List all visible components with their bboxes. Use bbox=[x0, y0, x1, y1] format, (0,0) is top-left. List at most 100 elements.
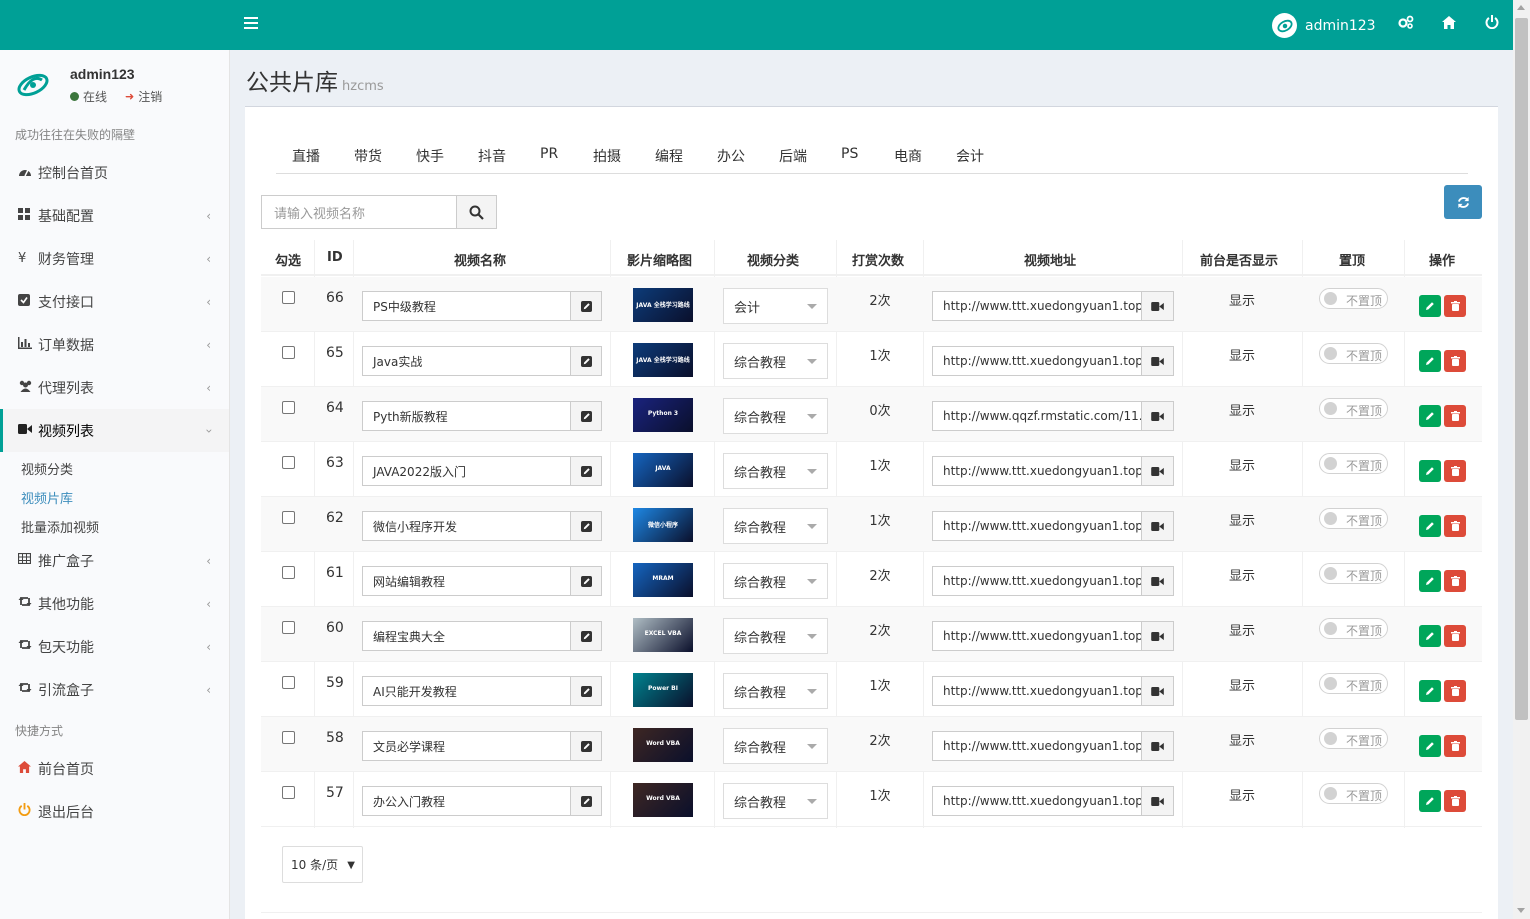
tab-programming[interactable]: 编程 bbox=[655, 146, 683, 166]
refresh-button[interactable] bbox=[1444, 185, 1482, 219]
row-checkbox[interactable] bbox=[282, 456, 295, 469]
edit-name-button[interactable] bbox=[570, 401, 602, 431]
edit-name-button[interactable] bbox=[570, 786, 602, 816]
sidebar-item-orders[interactable]: 订单数据 ‹ bbox=[0, 323, 229, 366]
edit-button[interactable] bbox=[1419, 460, 1441, 482]
search-input[interactable]: 请输入视频名称 bbox=[261, 195, 457, 229]
row-checkbox[interactable] bbox=[282, 621, 295, 634]
video-url-input[interactable]: http://www.ttt.xuedongyuan1.top/11 bbox=[932, 786, 1142, 816]
edit-name-button[interactable] bbox=[570, 511, 602, 541]
preview-video-button[interactable] bbox=[1141, 346, 1174, 376]
preview-video-button[interactable] bbox=[1141, 621, 1174, 651]
sidebar-item-daily[interactable]: 包天功能 ‹ bbox=[0, 625, 229, 668]
pin-top-toggle[interactable]: 不置顶 bbox=[1319, 563, 1388, 584]
edit-button[interactable] bbox=[1419, 735, 1441, 757]
tab-ps[interactable]: PS bbox=[841, 146, 858, 162]
video-name-input[interactable]: 微信小程序开发 bbox=[362, 511, 571, 541]
pin-top-toggle[interactable]: 不置顶 bbox=[1319, 618, 1388, 639]
video-name-input[interactable]: Pyth新版教程 bbox=[362, 401, 571, 431]
scroll-up-icon[interactable] bbox=[1517, 5, 1525, 10]
preview-video-button[interactable] bbox=[1141, 731, 1174, 761]
video-url-input[interactable]: http://www.ttt.xuedongyuan1.top/11 bbox=[932, 291, 1142, 321]
sign-out-icon[interactable]: ➜ bbox=[125, 90, 134, 103]
category-select[interactable]: 综合教程 bbox=[723, 728, 828, 764]
edit-button[interactable] bbox=[1419, 790, 1441, 812]
video-url-input[interactable]: http://www.ttt.xuedongyuan1.top/11 bbox=[932, 621, 1142, 651]
edit-name-button[interactable] bbox=[570, 291, 602, 321]
scroll-thumb[interactable] bbox=[1515, 18, 1528, 720]
sidebar-item-payment[interactable]: 支付接口 ‹ bbox=[0, 280, 229, 323]
edit-name-button[interactable] bbox=[570, 676, 602, 706]
preview-video-button[interactable] bbox=[1141, 291, 1174, 321]
pin-top-toggle[interactable]: 不置顶 bbox=[1319, 783, 1388, 804]
tab-kuaishou[interactable]: 快手 bbox=[416, 146, 444, 166]
delete-button[interactable] bbox=[1444, 515, 1466, 537]
search-button[interactable] bbox=[456, 195, 497, 229]
video-name-input[interactable]: 编程宝典大全 bbox=[362, 621, 571, 651]
video-name-input[interactable]: 文员必学课程 bbox=[362, 731, 571, 761]
video-url-input[interactable]: http://www.ttt.xuedongyuan1.top/11 bbox=[932, 456, 1142, 486]
edit-button[interactable] bbox=[1419, 570, 1441, 592]
preview-video-button[interactable] bbox=[1141, 456, 1174, 486]
edit-button[interactable] bbox=[1419, 405, 1441, 427]
delete-button[interactable] bbox=[1444, 350, 1466, 372]
preview-video-button[interactable] bbox=[1141, 511, 1174, 541]
sidebar-item-basic-config[interactable]: 基础配置 ‹ bbox=[0, 194, 229, 237]
sidebar-item-promo-box[interactable]: 推广盒子 ‹ bbox=[0, 539, 229, 582]
video-name-input[interactable]: 网站编辑教程 bbox=[362, 566, 571, 596]
category-select[interactable]: 综合教程 bbox=[723, 343, 828, 379]
menu-icon[interactable] bbox=[244, 14, 258, 33]
category-select[interactable]: 综合教程 bbox=[723, 673, 828, 709]
delete-button[interactable] bbox=[1444, 680, 1466, 702]
gears-icon[interactable] bbox=[1398, 15, 1414, 33]
video-name-input[interactable]: JAVA2022版入门 bbox=[362, 456, 571, 486]
video-name-input[interactable]: Java实战 bbox=[362, 346, 571, 376]
sidebar-item-exit-admin[interactable]: 退出后台 bbox=[0, 790, 229, 833]
video-name-input[interactable]: AI只能开发教程 bbox=[362, 676, 571, 706]
row-checkbox[interactable] bbox=[282, 566, 295, 579]
video-url-input[interactable]: http://www.ttt.xuedongyuan1.top/11 bbox=[932, 731, 1142, 761]
user-menu[interactable]: admin123 bbox=[1272, 13, 1376, 38]
category-select[interactable]: 综合教程 bbox=[723, 453, 828, 489]
delete-button[interactable] bbox=[1444, 295, 1466, 317]
preview-video-button[interactable] bbox=[1141, 786, 1174, 816]
category-select[interactable]: 综合教程 bbox=[723, 563, 828, 599]
submenu-video-category[interactable]: 视频分类 bbox=[21, 459, 73, 478]
edit-name-button[interactable] bbox=[570, 456, 602, 486]
preview-video-button[interactable] bbox=[1141, 566, 1174, 596]
sidebar-item-dashboard[interactable]: 控制台首页 bbox=[0, 151, 229, 194]
row-checkbox[interactable] bbox=[282, 786, 295, 799]
row-checkbox[interactable] bbox=[282, 731, 295, 744]
pin-top-toggle[interactable]: 不置顶 bbox=[1319, 508, 1388, 529]
delete-button[interactable] bbox=[1444, 790, 1466, 812]
row-checkbox[interactable] bbox=[282, 346, 295, 359]
pin-top-toggle[interactable]: 不置顶 bbox=[1319, 398, 1388, 419]
submenu-batch-add[interactable]: 批量添加视频 bbox=[21, 517, 99, 536]
delete-button[interactable] bbox=[1444, 570, 1466, 592]
logout-link[interactable]: 注销 bbox=[138, 88, 162, 105]
tab-backend[interactable]: 后端 bbox=[779, 146, 807, 166]
sidebar-item-traffic-box[interactable]: 引流盒子 ‹ bbox=[0, 668, 229, 711]
delete-button[interactable] bbox=[1444, 460, 1466, 482]
pin-top-toggle[interactable]: 不置顶 bbox=[1319, 343, 1388, 364]
tab-pr[interactable]: PR bbox=[540, 146, 558, 162]
pin-top-toggle[interactable]: 不置顶 bbox=[1319, 453, 1388, 474]
video-url-input[interactable]: http://www.ttt.xuedongyuan1.top/11 bbox=[932, 566, 1142, 596]
power-icon[interactable] bbox=[1485, 15, 1499, 33]
category-select[interactable]: 综合教程 bbox=[723, 508, 828, 544]
edit-name-button[interactable] bbox=[570, 566, 602, 596]
video-url-input[interactable]: http://www.ttt.xuedongyuan1.top11. bbox=[932, 511, 1142, 541]
row-checkbox[interactable] bbox=[282, 676, 295, 689]
sidebar-item-frontend-home[interactable]: 前台首页 bbox=[0, 747, 229, 790]
delete-button[interactable] bbox=[1444, 405, 1466, 427]
delete-button[interactable] bbox=[1444, 625, 1466, 647]
sidebar-item-other[interactable]: 其他功能 ‹ bbox=[0, 582, 229, 625]
page-size-select[interactable]: 10 条/页 ▼ bbox=[282, 846, 363, 883]
edit-name-button[interactable] bbox=[570, 621, 602, 651]
tab-douyin[interactable]: 抖音 bbox=[478, 146, 506, 166]
row-checkbox[interactable] bbox=[282, 401, 295, 414]
video-url-input[interactable]: http://www.ttt.xuedongyuan1.top/11 bbox=[932, 346, 1142, 376]
tab-ecommerce[interactable]: 电商 bbox=[894, 146, 922, 166]
tab-accounting[interactable]: 会计 bbox=[956, 146, 984, 166]
row-checkbox[interactable] bbox=[282, 291, 295, 304]
